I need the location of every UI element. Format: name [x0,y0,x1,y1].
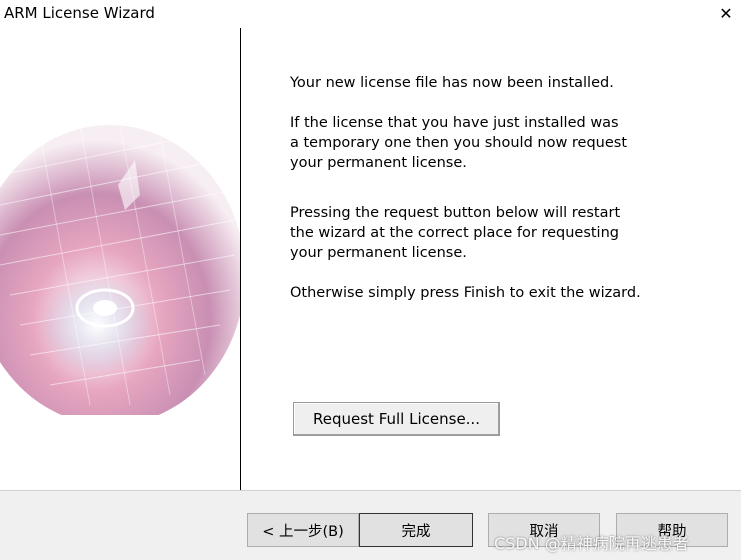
close-icon[interactable]: ✕ [711,0,741,26]
wizard-illustration [0,115,240,415]
window-title: ARM License Wizard [4,4,155,22]
title-bar: ARM License Wizard ✕ [0,0,741,26]
request-full-license-button[interactable]: Request Full License... [293,402,500,436]
watermark-text: CSDN @精神病院再逃患者 [494,534,689,553]
temporary-license-message: If the license that you have just instal… [290,115,628,171]
finish-instructions: Otherwise simply press Finish to exit th… [290,285,641,301]
request-instructions: Pressing the request button below will r… [290,205,621,261]
back-button[interactable]: < 上一步(B) [247,513,359,547]
installed-message: Your new license file has now been insta… [290,75,614,91]
panel-divider [240,28,241,490]
finish-button[interactable]: 完成 [359,513,473,547]
